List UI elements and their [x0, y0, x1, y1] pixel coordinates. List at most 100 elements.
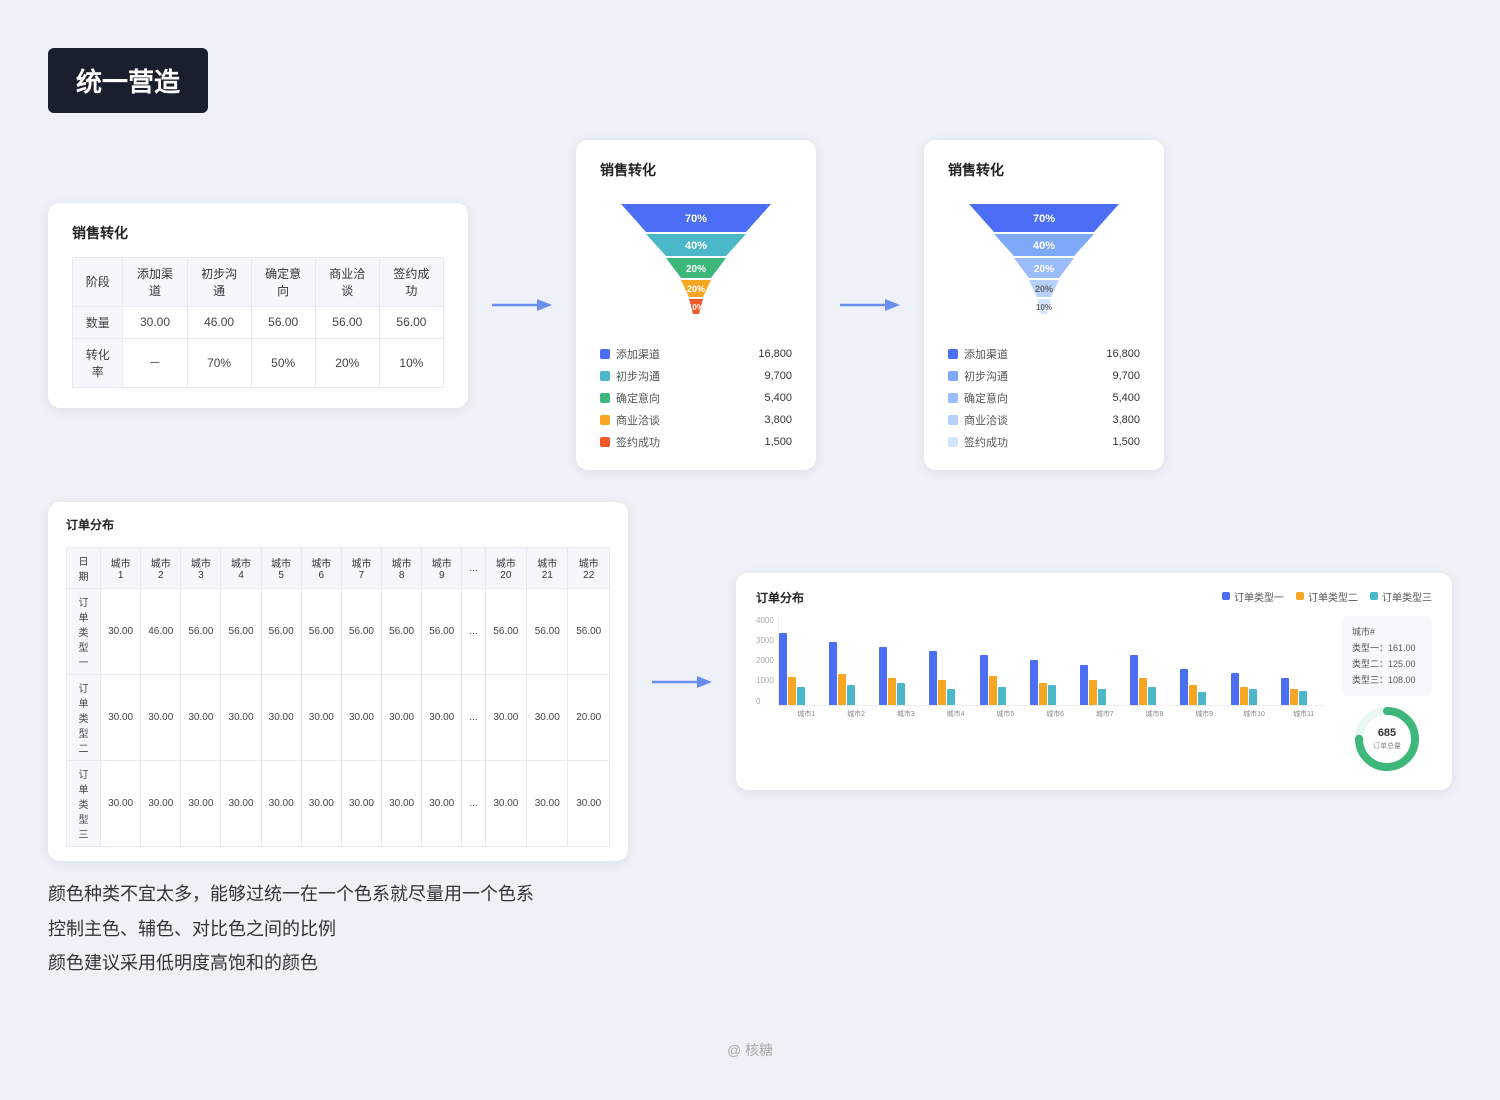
order-col-c4: 城市4: [221, 548, 261, 589]
col-header-add: 添加渠道: [123, 257, 187, 306]
arrow2: [840, 293, 900, 317]
x-axis: 城市1 城市2 城市3 城市4 城市5 城市6 城市7 城市8 城市9 城市10…: [756, 709, 1326, 719]
cell-rate-2: 70%: [187, 338, 251, 387]
arrow1: [492, 293, 552, 317]
x-label-9: 城市9: [1182, 709, 1227, 719]
x-label-1: 城市1: [784, 709, 829, 719]
x-label-7: 城市7: [1082, 709, 1127, 719]
order-col-c7: 城市7: [341, 548, 381, 589]
cell-rate-5: 10%: [379, 338, 443, 387]
order-row1-label: 订单类型一: [67, 589, 101, 675]
cell-rate-3: 50%: [251, 338, 315, 387]
bar-right-panel: 城市# 类型一：161.00 类型二：125.00 类型三：108.00 685…: [1342, 616, 1432, 775]
svg-text:20%: 20%: [687, 284, 705, 294]
col-header-sign: 签约成功: [379, 257, 443, 306]
order-col-c9: 城市9: [422, 548, 462, 589]
bar-s1-1: [779, 633, 787, 705]
bars-container: [778, 616, 1326, 706]
table-row-rate: 转化率 － 70% 50% 20% 10%: [73, 338, 444, 387]
bar-legend-1: 订单类型一: [1222, 589, 1284, 604]
bar-group-10: [1231, 673, 1276, 705]
legend2-item-2: 初步沟通 9,700: [948, 368, 1140, 384]
table-row-count: 数量 30.00 46.00 56.00 56.00 56.00: [73, 306, 444, 338]
bar-info-box: 城市# 类型一：161.00 类型二：125.00 类型三：108.00: [1342, 616, 1432, 697]
header-title: 统一营造: [48, 48, 208, 113]
bar-s3-1: [797, 687, 805, 705]
bar-group-3: [879, 647, 924, 705]
bar-legend: 订单类型一 订单类型二 订单类型三: [1222, 589, 1432, 604]
svg-text:20%: 20%: [1035, 284, 1053, 294]
order-col-c2: 城市2: [141, 548, 181, 589]
x-label-3: 城市3: [883, 709, 928, 719]
cell-count-4: 56.00: [315, 306, 379, 338]
bar-chart-plot: 0 1000 2000 3000 4000: [756, 616, 1326, 719]
order-col-dots: ...: [462, 548, 485, 589]
x-label-2: 城市2: [834, 709, 879, 719]
order-col-date: 日期: [67, 548, 101, 589]
legend2-item-3: 确定意向 5,400: [948, 390, 1140, 406]
col-header-initial: 初步沟通: [187, 257, 251, 306]
svg-text:685: 685: [1378, 727, 1396, 739]
order-row3-label: 订单类型三: [67, 761, 101, 847]
funnel1-svg: 70% 40% 20% 20% 10%: [606, 194, 786, 334]
y-axis: 0 1000 2000 3000 4000: [756, 616, 774, 706]
legend-item-3: 确定意向 5,400: [600, 390, 792, 406]
row-label-count: 数量: [73, 306, 123, 338]
order-col-c8: 城市8: [382, 548, 422, 589]
cell-count-5: 56.00: [379, 306, 443, 338]
bar-group-1: [779, 633, 824, 705]
arrow3: [652, 670, 712, 694]
bar-s2-1: [788, 677, 796, 705]
legend-item-1: 添加渠道 16,800: [600, 346, 792, 362]
bar-chart-title: 订单分布: [756, 589, 804, 606]
bottom-text: 颜色种类不宜太多，能够过统一在一个色系就尽量用一个色系 控制主色、辅色、对比色之…: [48, 877, 534, 980]
funnel2-legend: 添加渠道 16,800 初步沟通 9,700 确定意向 5,400 商业洽谈 3…: [948, 346, 1140, 450]
funnel1-legend: 添加渠道 16,800 初步沟通 9,700 确定意向 5,400 商业洽谈 3…: [600, 346, 792, 450]
legend2-item-4: 商业洽谈 3,800: [948, 412, 1140, 428]
bar-chart-body: 0 1000 2000 3000 4000: [756, 616, 1432, 775]
funnel-card-1: 销售转化 70% 40% 20% 20% 10%: [576, 140, 816, 470]
x-label-10: 城市10: [1232, 709, 1277, 719]
x-label-5: 城市5: [983, 709, 1028, 719]
cell-count-3: 56.00: [251, 306, 315, 338]
order-row-2: 订单类型二 30.0030.0030.0030.0030.00 30.0030.…: [67, 675, 610, 761]
bar-group-11: [1281, 678, 1326, 705]
funnel2-visual: 70% 40% 20% 20% 10%: [948, 194, 1140, 334]
order-col-c21: 城市21: [527, 548, 568, 589]
bar-group-7: [1080, 665, 1125, 705]
svg-text:40%: 40%: [1033, 240, 1055, 252]
row1: 销售转化 阶段 添加渠道 初步沟通 确定意向 商业洽谈 签约成功 数量 3: [48, 140, 1452, 470]
row2: 订单分布 日期 城市1 城市2 城市3 城市4 城市5 城市6 城市7 城市8 …: [48, 502, 1452, 861]
x-label-4: 城市4: [933, 709, 978, 719]
order-col-c22: 城市22: [568, 548, 610, 589]
order-table-title: 订单分布: [66, 516, 610, 533]
order-col-c5: 城市5: [261, 548, 301, 589]
bar-chart-card: 订单分布 订单类型一 订单类型二 订单类型三: [736, 573, 1452, 791]
bar-group-9: [1180, 669, 1225, 705]
bottom-line1: 颜色种类不宜太多，能够过统一在一个色系就尽量用一个色系: [48, 877, 534, 911]
donut-svg: 685 订单总量: [1352, 704, 1422, 774]
bar-legend-2: 订单类型二: [1296, 589, 1358, 604]
info-type2: 类型二：125.00: [1352, 656, 1422, 672]
bar-group-6: [1030, 660, 1075, 705]
svg-text:70%: 70%: [1033, 213, 1055, 225]
sales-table-title: 销售转化: [72, 223, 444, 243]
col-header-confirm: 确定意向: [251, 257, 315, 306]
cell-rate-1: －: [123, 338, 187, 387]
funnel1-visual: 70% 40% 20% 20% 10%: [600, 194, 792, 334]
x-label-8: 城市8: [1132, 709, 1177, 719]
legend2-item-5: 签约成功 1,500: [948, 434, 1140, 450]
svg-text:10%: 10%: [688, 303, 704, 312]
legend-item-5: 签约成功 1,500: [600, 434, 792, 450]
cell-count-1: 30.00: [123, 306, 187, 338]
cell-rate-4: 20%: [315, 338, 379, 387]
svg-text:10%: 10%: [1036, 303, 1052, 312]
order-row2-label: 订单类型二: [67, 675, 101, 761]
order-row-1: 订单类型一 30.0046.0056.0056.0056.00 56.0056.…: [67, 589, 610, 675]
order-table-card: 订单分布 日期 城市1 城市2 城市3 城市4 城市5 城市6 城市7 城市8 …: [48, 502, 628, 861]
order-col-c20: 城市20: [485, 548, 526, 589]
row-label-rate: 转化率: [73, 338, 123, 387]
info-type3: 类型三：108.00: [1352, 672, 1422, 688]
order-row-3: 订单类型三 30.0030.0030.0030.0030.00 30.0030.…: [67, 761, 610, 847]
main-area: 销售转化 阶段 添加渠道 初步沟通 确定意向 商业洽谈 签约成功 数量 3: [48, 140, 1452, 861]
